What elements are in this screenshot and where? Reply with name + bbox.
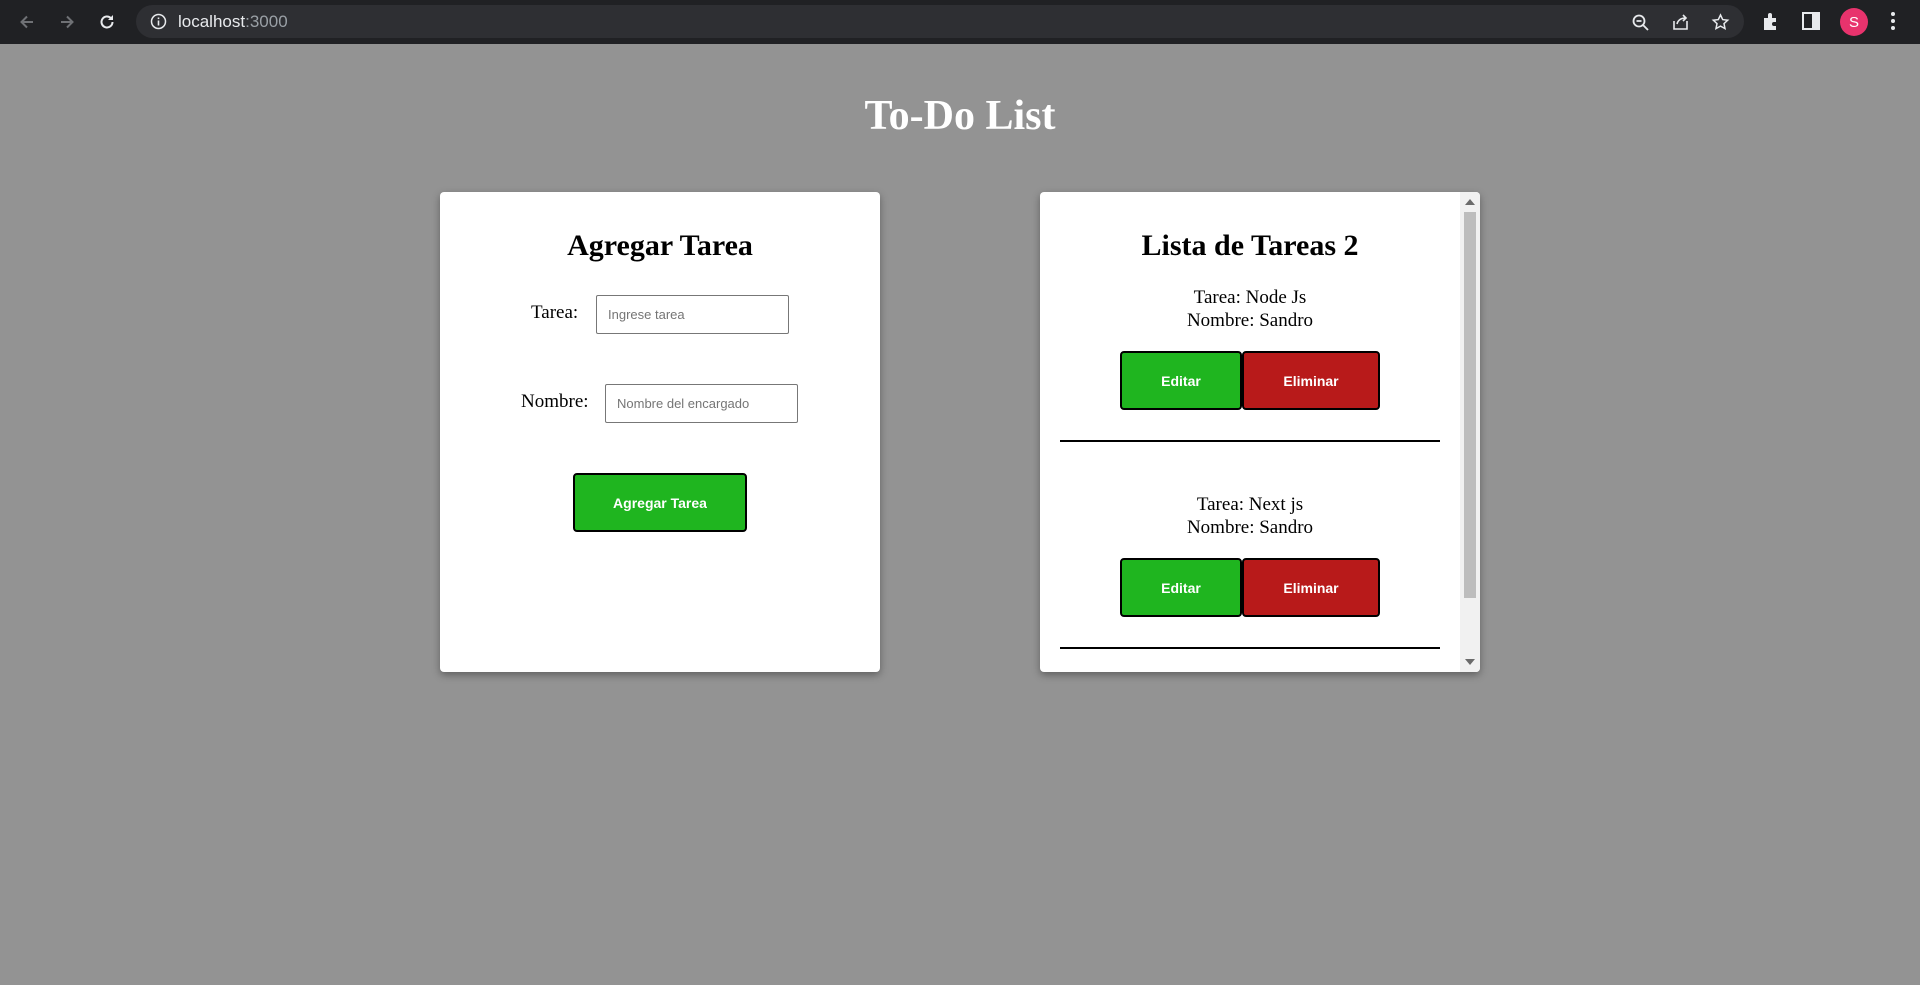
url-port: :3000 xyxy=(245,12,288,31)
reload-icon[interactable] xyxy=(93,8,121,36)
edit-button[interactable]: Editar xyxy=(1120,351,1242,410)
task-item-owner: Nombre: Sandro xyxy=(1186,517,1314,538)
page-title: To-Do List xyxy=(864,93,1056,139)
add-task-card: Agregar Tarea Tarea: Nombre: Agregar Tar… xyxy=(440,192,880,672)
share-icon[interactable] xyxy=(1671,13,1690,32)
info-icon[interactable] xyxy=(150,13,167,30)
extensions-icon[interactable] xyxy=(1760,10,1782,32)
edit-button[interactable]: Editar xyxy=(1120,558,1242,617)
scroll-down-icon[interactable] xyxy=(1465,659,1475,665)
menu-icon[interactable] xyxy=(1882,10,1904,32)
url-text: localhost:3000 xyxy=(178,12,288,32)
url-host: localhost xyxy=(178,12,246,31)
add-task-heading: Agregar Tarea xyxy=(567,229,753,262)
browser-toolbar: localhost:3000 S xyxy=(0,0,1920,44)
forward-icon[interactable] xyxy=(53,8,81,36)
add-task-button[interactable]: Agregar Tarea xyxy=(573,473,747,532)
task-item-title: Tarea: Node Js xyxy=(1193,287,1307,308)
star-icon[interactable] xyxy=(1711,13,1730,32)
task-divider xyxy=(1060,647,1440,649)
task-input[interactable] xyxy=(596,295,789,334)
task-divider xyxy=(1060,440,1440,442)
delete-button[interactable]: Eliminar xyxy=(1242,351,1380,410)
task-list-card: Lista de Tareas 2 Tarea: Node Js Nombre:… xyxy=(1040,192,1480,672)
back-icon[interactable] xyxy=(13,8,41,36)
delete-button[interactable]: Eliminar xyxy=(1242,558,1380,617)
side-panel-icon[interactable] xyxy=(1800,10,1822,32)
task-list-scrollbar[interactable] xyxy=(1460,192,1480,672)
task-item-owner: Nombre: Sandro xyxy=(1186,310,1314,331)
name-input[interactable] xyxy=(605,384,798,423)
task-list-heading: Lista de Tareas 2 xyxy=(1141,229,1359,262)
address-bar[interactable]: localhost:3000 xyxy=(136,5,1744,38)
zoom-out-icon[interactable] xyxy=(1631,13,1650,32)
profile-avatar[interactable]: S xyxy=(1840,8,1868,36)
name-label: Nombre: xyxy=(521,391,589,412)
task-label: Tarea: xyxy=(531,302,579,323)
scroll-thumb[interactable] xyxy=(1464,212,1476,598)
task-item-title: Tarea: Next js xyxy=(1196,494,1304,515)
scroll-up-icon[interactable] xyxy=(1465,199,1475,205)
